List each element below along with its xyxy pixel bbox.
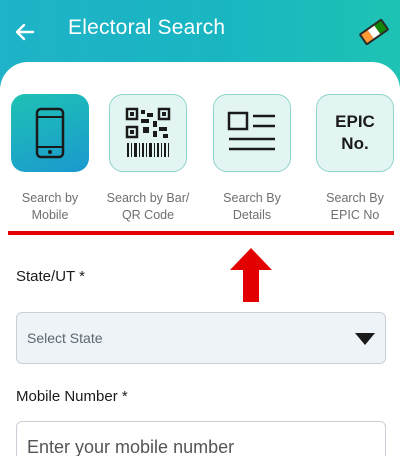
arrow-up-icon [230, 248, 272, 302]
mobile-label: Mobile Number * [16, 388, 128, 405]
tile-search-by-qr[interactable]: Search by Bar/ QR Code [98, 94, 198, 224]
arrow-left-icon [15, 23, 35, 41]
mobile-phone-icon [35, 107, 65, 159]
tile-search-by-mobile-box [11, 94, 89, 172]
page-title: Electoral Search [68, 16, 226, 39]
tile-label: Search by Mobile [21, 191, 79, 222]
tile-search-by-qr-box [109, 94, 187, 172]
state-label: State/UT * [16, 268, 85, 285]
qr-code-icon [125, 107, 171, 157]
tile-label: Search By Details [223, 191, 281, 222]
tile-label: Search by Bar/ QR Code [106, 191, 190, 222]
tile-search-by-epic-box: EPIC No. [316, 94, 394, 172]
tile-search-by-details[interactable]: Search By Details [202, 94, 302, 224]
tile-label: Search By EPIC No [326, 191, 384, 222]
state-select[interactable]: Select State [16, 312, 386, 364]
eci-logo-icon [359, 19, 389, 45]
tile-search-by-epic[interactable]: EPIC No. Search By EPIC No [305, 94, 400, 224]
chevron-down-icon [355, 333, 375, 345]
tile-search-by-details-box [213, 94, 291, 172]
epic-no-icon: EPIC No. [335, 112, 375, 153]
search-options: Search by Mobile Search by Bar/ QR Code … [0, 94, 400, 224]
state-select-value: Select State [27, 330, 103, 346]
tile-search-by-mobile[interactable]: Search by Mobile [0, 94, 100, 224]
id-card-icon [227, 111, 275, 151]
highlight-underline [8, 231, 394, 235]
mobile-number-input[interactable] [16, 421, 386, 456]
back-button[interactable] [12, 20, 36, 44]
